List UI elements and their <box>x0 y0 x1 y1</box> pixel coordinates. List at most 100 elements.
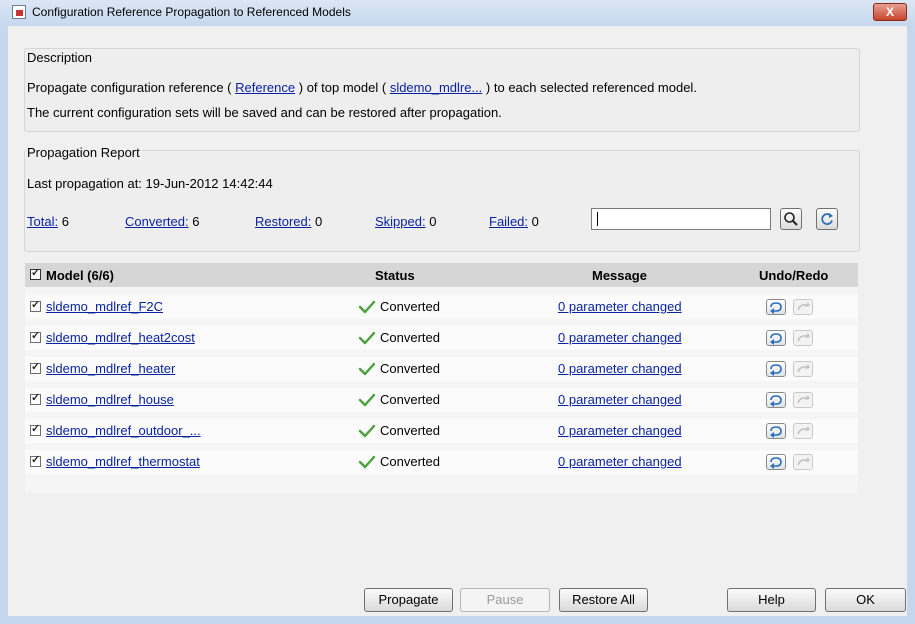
message-link[interactable]: 0 parameter changed <box>558 392 682 407</box>
search-button[interactable] <box>780 208 802 230</box>
refresh-button[interactable] <box>816 208 838 230</box>
stat-restored: Restored: 0 <box>255 214 322 229</box>
dialog-window: Configuration Reference Propagation to R… <box>0 0 915 624</box>
redo-button[interactable] <box>793 454 813 470</box>
redo-button[interactable] <box>793 423 813 439</box>
row-checkbox[interactable] <box>30 329 41 343</box>
undo-icon <box>770 426 782 438</box>
header-message: Message <box>592 268 647 283</box>
model-link[interactable]: sldemo_mdlref_heat2cost <box>46 330 195 345</box>
redo-button[interactable] <box>793 299 813 315</box>
close-button[interactable]: X <box>873 3 907 21</box>
models-table: Model (6/6) Status Message Undo/Redo sld… <box>25 263 858 493</box>
skipped-link[interactable]: Skipped: <box>375 214 426 229</box>
header-status: Status <box>375 268 415 283</box>
model-link[interactable]: sldemo_mdlref_F2C <box>46 299 163 314</box>
top-model-link[interactable]: sldemo_mdlre... <box>390 80 482 95</box>
redo-icon <box>797 364 810 373</box>
last-propagation-text: Last propagation at: 19-Jun-2012 14:42:4… <box>27 176 273 191</box>
check-icon <box>358 362 376 376</box>
redo-button[interactable] <box>793 330 813 346</box>
undo-icon <box>770 457 782 469</box>
redo-icon <box>797 302 810 311</box>
check-icon <box>358 393 376 407</box>
description-text-post: ) to each selected referenced model. <box>485 80 697 95</box>
stat-failed: Failed: 0 <box>489 214 539 229</box>
row-checkbox[interactable] <box>30 422 41 436</box>
redo-icon <box>797 457 810 466</box>
row-checkbox[interactable] <box>30 453 41 467</box>
failed-value: 0 <box>531 214 539 229</box>
skipped-value: 0 <box>429 214 437 229</box>
message-link[interactable]: 0 parameter changed <box>558 423 682 438</box>
undo-button[interactable] <box>766 361 786 377</box>
reference-link[interactable]: Reference <box>235 80 295 95</box>
stat-total: Total: 6 <box>27 214 69 229</box>
description-text-mid: ) of top model ( <box>298 80 387 95</box>
table-row: sldemo_mdlref_heat2cost Converted 0 parame… <box>25 326 858 350</box>
undo-button[interactable] <box>766 454 786 470</box>
status-text: Converted <box>380 454 440 469</box>
stat-skipped: Skipped: 0 <box>375 214 436 229</box>
header-model: Model (6/6) <box>46 268 114 283</box>
table-row: sldemo_mdlref_F2C Converted 0 parameter ch… <box>25 295 858 319</box>
text-caret <box>597 212 598 226</box>
undo-button[interactable] <box>766 423 786 439</box>
check-icon <box>358 331 376 345</box>
row-checkbox[interactable] <box>30 298 41 312</box>
undo-icon <box>770 302 782 314</box>
undo-icon <box>770 364 782 376</box>
table-row: sldemo_mdlref_house Converted 0 parameter … <box>25 388 858 412</box>
propagation-report-title: Propagation Report <box>27 145 142 160</box>
status-text: Converted <box>380 361 440 376</box>
undo-button[interactable] <box>766 299 786 315</box>
row-checkbox[interactable] <box>30 391 41 405</box>
dialog-client-area: Description Propagate configuration refe… <box>8 26 907 616</box>
message-link[interactable]: 0 parameter changed <box>558 361 682 376</box>
undo-icon <box>770 395 782 407</box>
redo-button[interactable] <box>793 361 813 377</box>
propagate-button[interactable]: Propagate <box>364 588 453 612</box>
restore-all-button[interactable]: Restore All <box>559 588 648 612</box>
redo-icon <box>797 426 810 435</box>
restored-value: 0 <box>315 214 323 229</box>
title-bar: Configuration Reference Propagation to R… <box>0 0 915 26</box>
select-all-checkbox[interactable] <box>30 266 41 280</box>
magnifier-icon <box>784 212 798 226</box>
header-undo-redo: Undo/Redo <box>759 268 829 283</box>
message-link[interactable]: 0 parameter changed <box>558 299 682 314</box>
converted-link[interactable]: Converted: <box>125 214 189 229</box>
failed-link[interactable]: Failed: <box>489 214 528 229</box>
message-link[interactable]: 0 parameter changed <box>558 330 682 345</box>
total-link[interactable]: Total: <box>27 214 58 229</box>
total-value: 6 <box>61 214 69 229</box>
model-link[interactable]: sldemo_mdlref_heater <box>46 361 175 376</box>
undo-button[interactable] <box>766 330 786 346</box>
description-line-2: The current configuration sets will be s… <box>27 105 502 120</box>
model-link[interactable]: sldemo_mdlref_thermostat <box>46 454 200 469</box>
pause-button[interactable]: Pause <box>460 588 550 612</box>
undo-icon <box>770 333 782 345</box>
matlab-app-icon <box>12 5 26 19</box>
status-text: Converted <box>380 392 440 407</box>
restored-link[interactable]: Restored: <box>255 214 311 229</box>
redo-icon <box>797 333 810 342</box>
status-text: Converted <box>380 330 440 345</box>
table-header: Model (6/6) Status Message Undo/Redo <box>25 263 858 287</box>
message-link[interactable]: 0 parameter changed <box>558 454 682 469</box>
model-link[interactable]: sldemo_mdlref_outdoor_... <box>46 423 201 438</box>
window-title: Configuration Reference Propagation to R… <box>32 5 351 19</box>
check-icon <box>358 455 376 469</box>
undo-button[interactable] <box>766 392 786 408</box>
description-line-1: Propagate configuration reference ( Refe… <box>27 80 697 95</box>
check-icon <box>358 424 376 438</box>
model-link[interactable]: sldemo_mdlref_house <box>46 392 174 407</box>
converted-value: 6 <box>192 214 200 229</box>
table-row: sldemo_mdlref_heater Converted 0 parameter… <box>25 357 858 381</box>
search-input[interactable] <box>591 208 771 230</box>
ok-button[interactable]: OK <box>825 588 906 612</box>
check-icon <box>358 300 376 314</box>
row-checkbox[interactable] <box>30 360 41 374</box>
redo-button[interactable] <box>793 392 813 408</box>
help-button[interactable]: Help <box>727 588 816 612</box>
